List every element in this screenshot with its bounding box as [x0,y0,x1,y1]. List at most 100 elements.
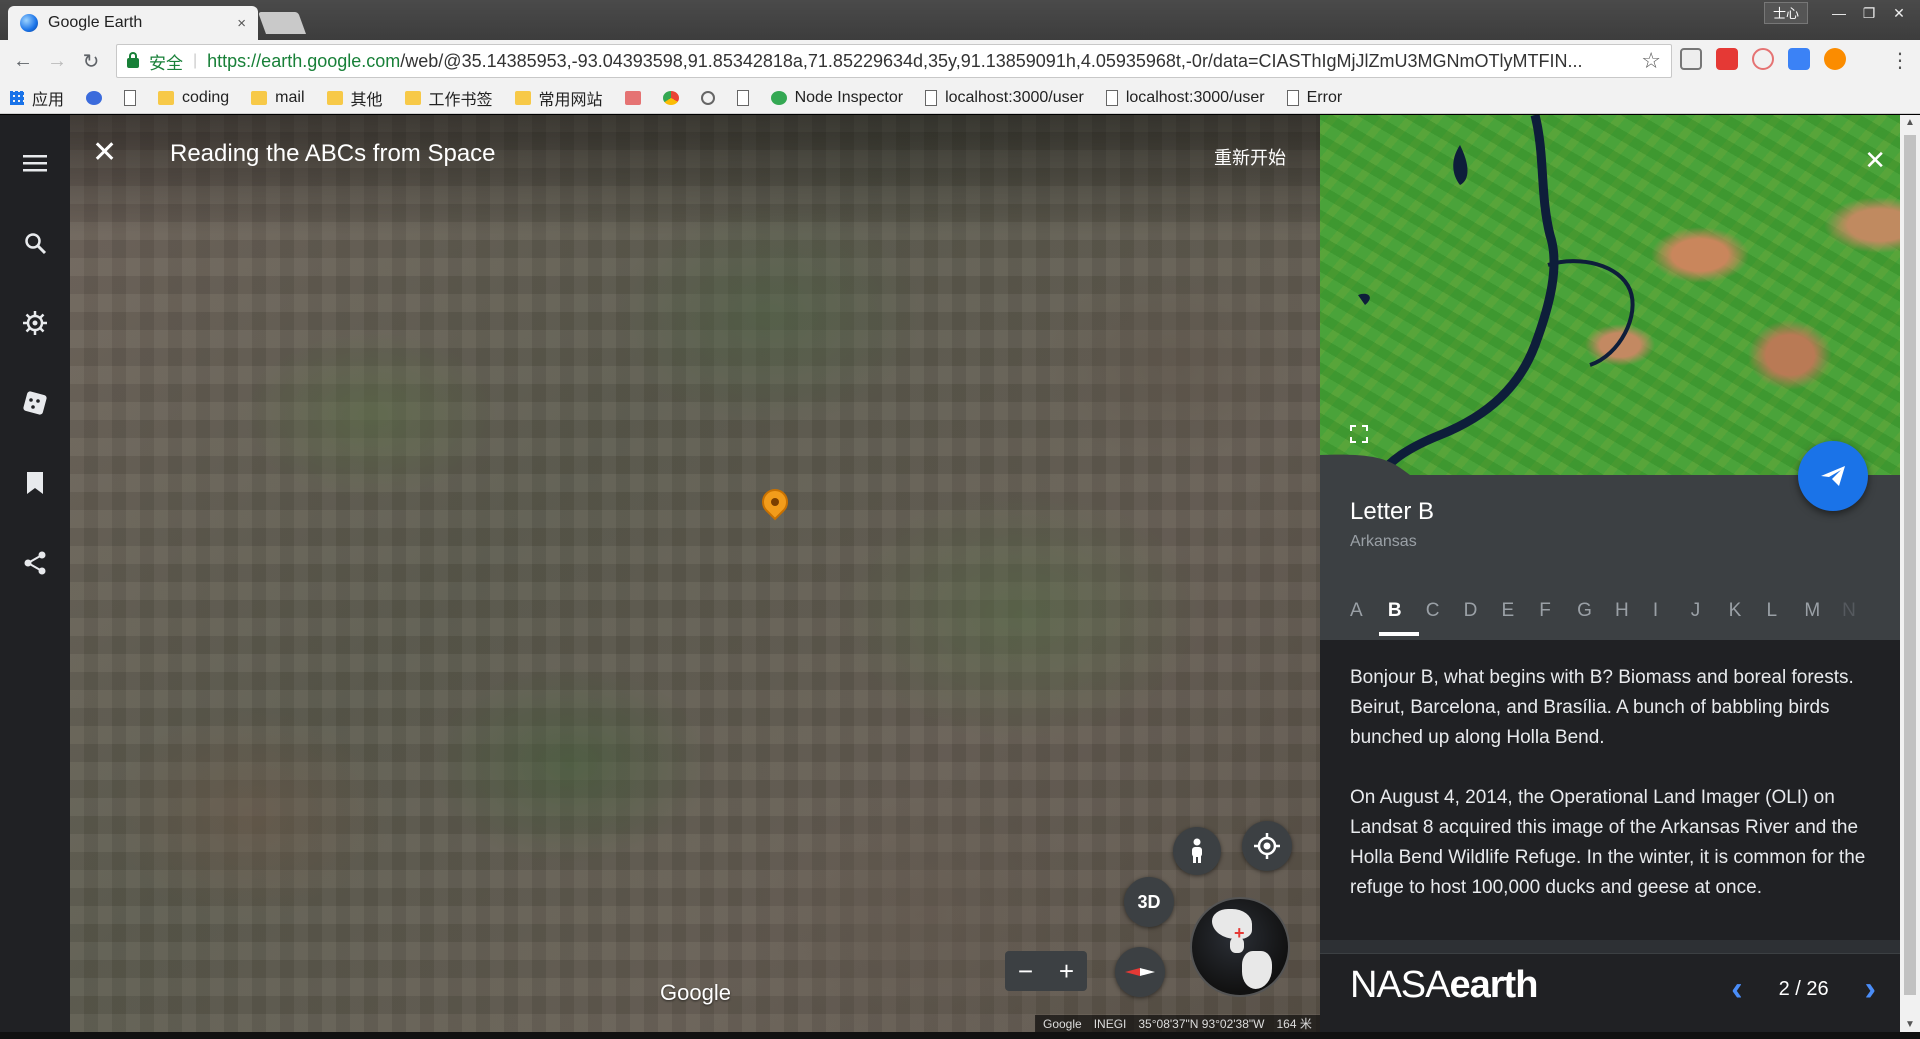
profile-button[interactable]: 士心 [1763,2,1808,24]
os-taskbar [0,1032,1920,1039]
node-inspector-icon [770,90,787,105]
page-scrollbar[interactable]: ▲ ▼ [1900,115,1920,1032]
bookmark-item[interactable]: localhost:3000/user [1105,89,1265,107]
card-title: Letter B [1350,498,1435,525]
bookmark-item[interactable]: coding [158,89,229,107]
folder-icon [158,90,175,105]
restart-button[interactable]: 重新开始 [1214,144,1286,170]
map-attribution: Google INEGI 35°08'37"N 93°02'38"W 164 米 [1035,1015,1320,1032]
feeling-lucky-dice-icon[interactable] [15,383,55,423]
previous-slide-icon[interactable]: ‹ [1731,970,1742,1009]
apps-grid-icon [10,90,24,105]
page-indicator: 2 / 26 [1778,978,1829,1000]
close-story-icon[interactable]: ✕ [92,135,117,170]
reader-extension-icon[interactable] [1680,48,1702,70]
close-window-button[interactable]: ✕ [1884,0,1914,28]
back-button[interactable]: ← [6,50,40,73]
browser-tab[interactable]: Google Earth × [8,6,258,40]
address-bar[interactable]: 安全 | https://earth.google.com/web/@35.14… [116,44,1672,78]
search-icon[interactable] [15,223,55,263]
bookmark-item[interactable] [736,89,757,106]
scrollbar-thumb[interactable] [1904,135,1916,995]
bookmark-item[interactable] [662,90,687,105]
red-extension-icon[interactable] [1716,48,1738,70]
browser-toolbar: ← → ↻ 安全 | https://earth.google.com/web/… [0,40,1920,82]
letter-tab-h[interactable]: H [1615,600,1653,636]
voyager-icon[interactable] [15,303,55,343]
letter-tab-g[interactable]: G [1577,600,1615,636]
menu-icon[interactable] [15,143,55,183]
scroll-down-icon[interactable]: ▼ [1905,1019,1915,1030]
card-footer: NASAearth ‹ 2 / 26 › [1320,953,1900,1032]
bookmark-item[interactable]: 工作书签 [404,86,493,110]
divider: | [193,52,198,69]
baidu-paw-icon [86,90,103,105]
url-path: /web/@35.14385953,-93.04393598,91.853428… [400,50,1583,71]
bookmarks-bar: 应用 coding mail 其他 工作书签 常用网站 Node Inspector loca… [0,82,1920,114]
bookmark-label: Node Inspector [794,88,904,106]
new-tab-button[interactable] [257,12,307,34]
fullscreen-icon[interactable] [1350,425,1368,443]
mini-globe-icon[interactable]: + [1190,897,1290,997]
share-icon[interactable] [15,543,55,583]
bookmark-item[interactable]: 其他 [326,86,383,110]
minimize-button[interactable]: — [1824,0,1854,28]
letter-tab-l[interactable]: L [1766,600,1804,636]
pegman-street-view-icon[interactable] [1173,827,1221,875]
bookmark-label: localhost:3000/user [945,88,1084,106]
letter-tab-b[interactable]: B [1378,600,1426,636]
orange-extension-icon[interactable] [1824,48,1846,70]
alphabet-tabs: ABCDEFGHIJKLMN [1350,600,1880,636]
zoom-in-button[interactable]: + [1059,956,1074,987]
browser-menu-icon[interactable]: ⋮ [1890,48,1910,73]
letter-tab-c[interactable]: C [1426,600,1464,636]
letter-tab-d[interactable]: D [1464,600,1502,636]
bookmark-item[interactable]: Node Inspector [770,88,904,107]
scroll-up-icon[interactable]: ▲ [1905,117,1915,128]
bookmark-item[interactable]: 应用 [10,86,64,110]
satellite-image[interactable] [1320,115,1900,475]
next-slide-icon[interactable]: › [1865,970,1876,1009]
my-location-icon[interactable] [1242,821,1292,871]
forward-button[interactable]: → [40,50,74,73]
bookmark-item[interactable]: localhost:3000/user [925,89,1084,107]
location-pin-icon[interactable] [756,483,794,521]
fly-to-button[interactable] [1798,441,1868,511]
compass-icon[interactable] [1115,947,1165,997]
record-extension-icon[interactable] [1752,48,1774,70]
letter-tab-a[interactable]: A [1350,600,1388,636]
blue-extension-icon[interactable] [1788,48,1810,70]
letter-tab-f[interactable]: F [1539,600,1577,636]
toggle-3d-button[interactable]: 3D [1124,877,1174,927]
bookmark-projects-icon[interactable] [15,463,55,503]
nasa-earth-logo: NASAearth [1350,964,1538,1007]
bookmark-item[interactable]: mail [251,89,305,107]
bookmark-item[interactable] [124,89,144,106]
bookmark-item[interactable]: 常用网站 [514,86,603,110]
tab-close-icon[interactable]: × [237,15,246,32]
letter-tab-e[interactable]: E [1501,600,1539,636]
reload-button[interactable]: ↻ [74,49,108,74]
restore-button[interactable]: ❐ [1854,0,1884,28]
url-text[interactable]: https://earth.google.com/web/@35.1438595… [207,51,1641,72]
folder-icon [514,90,531,105]
bookmark-item[interactable] [624,90,649,105]
letter-tab-k[interactable]: K [1729,600,1767,636]
page-icon [736,89,749,106]
bookmark-item[interactable] [86,90,110,105]
earth-map-view[interactable]: ✕ Reading the ABCs from Space 重新开始 Googl… [70,115,1320,1032]
extension-icons [1680,48,1846,70]
close-card-icon[interactable]: ✕ [1864,145,1886,176]
bookmark-label: coding [182,88,230,106]
bookmark-star-icon[interactable]: ☆ [1641,48,1661,74]
zoom-out-button[interactable]: − [1018,956,1033,987]
bookmark-item[interactable] [700,90,723,105]
letter-tab-n[interactable]: N [1842,600,1880,636]
bookmark-item[interactable]: Error [1286,89,1342,107]
letter-tab-i[interactable]: I [1653,600,1691,636]
globe-land [1242,951,1272,989]
letter-tab-j[interactable]: J [1691,600,1729,636]
letter-tab-m[interactable]: M [1804,600,1842,636]
left-rail [0,115,70,1032]
browser-tab-strip: Google Earth × 士心 — ❐ ✕ [0,0,1920,40]
